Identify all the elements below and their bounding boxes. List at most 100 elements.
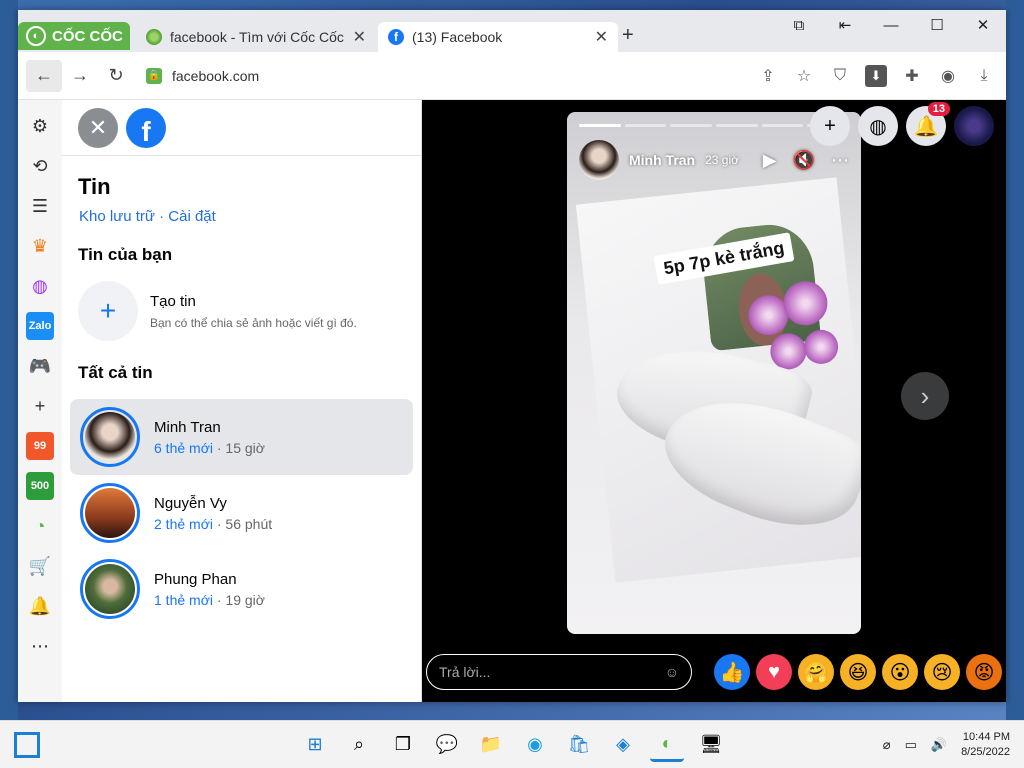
next-story-chevron-icon[interactable]: › (901, 372, 949, 420)
like-reaction-icon[interactable]: 👍 (714, 654, 750, 690)
story-author[interactable]: Minh Tran (629, 152, 695, 168)
task-view-windows-icon[interactable]: ❐ (386, 728, 420, 762)
more-dots-icon[interactable]: ⋯ (26, 632, 54, 660)
mute-icon[interactable]: 🔇 (793, 150, 815, 171)
create-story-button[interactable]: + Tạo tin Bạn có thể chia sẻ ảnh hoặc vi… (62, 265, 421, 341)
coccoc-taskbar-icon[interactable]: ◐ (650, 728, 684, 762)
coccoc-brand-button[interactable]: ◐ CỐC CỐC (18, 22, 130, 50)
avatar[interactable] (579, 140, 619, 180)
toolbar-icons: ⇪ ☆ ⛉ ⬇ ✚ ◉ ⤓ (754, 62, 998, 90)
archive-settings-links[interactable]: Kho lưu trữ · Cài đặt (62, 200, 421, 225)
downloads-icon[interactable]: ⤓ (970, 62, 998, 90)
story-item-minh-tran[interactable]: Minh Tran 6 thẻ mới · 15 giờ (70, 399, 413, 475)
tab-facebook[interactable]: f (13) Facebook ✕ (378, 22, 618, 52)
task-view-icon[interactable] (14, 731, 40, 758)
sad-reaction-icon[interactable]: 😢 (924, 654, 960, 690)
edge-browser-icon[interactable]: ◉ (518, 728, 552, 762)
taskbar-apps: ⊞ ⌕ ❐ 💬 📁 ◉ 🛍 ◈ ◐ 🖥 (298, 728, 728, 762)
plus-icon: + (78, 281, 138, 341)
profile-icon[interactable]: ◉ (934, 62, 962, 90)
avatar (80, 559, 140, 619)
messenger-icon[interactable]: ◍ (26, 272, 54, 300)
story-card-header: Minh Tran 23 giờ ▶ 🔇 ⋯ (579, 140, 849, 180)
new-tab-plus-icon[interactable]: + (622, 24, 634, 47)
play-icon[interactable]: ▶ (763, 150, 777, 171)
haha-reaction-icon[interactable]: 😆 (840, 654, 876, 690)
share-icon[interactable]: ⇪ (754, 62, 782, 90)
file-explorer-icon[interactable]: 📁 (474, 728, 508, 762)
facebook-logo-icon[interactable]: f (126, 107, 166, 148)
secure-lock-icon[interactable]: 🔒 (146, 67, 162, 84)
page-title: Tin (78, 174, 111, 199)
progress-segment (579, 124, 621, 127)
story-time: · 56 phút (216, 515, 273, 532)
reading-list-icon[interactable]: ☰ (26, 192, 54, 220)
story-item-phung-phan[interactable]: Phung Phan 1 thẻ mới · 19 giờ (70, 551, 413, 627)
progress-segment (761, 124, 804, 127)
story-viewer: 5p 7p kè trắng Minh Tran 23 giờ ▶ 🔇 ⋯ + … (422, 100, 1006, 702)
create-story-subtitle: Bạn có thể chia sẻ ảnh hoặc viết gì đó. (150, 315, 357, 330)
angry-reaction-icon[interactable]: 😡 (966, 654, 1002, 690)
create-plus-button[interactable]: + (810, 106, 850, 146)
minimize-icon[interactable]: — (868, 10, 914, 40)
coupon-500-icon[interactable]: 500 (26, 472, 54, 500)
crown-icon[interactable]: ♛ (26, 232, 54, 260)
notifications-bell-icon[interactable]: 🔔 (26, 592, 54, 620)
close-stories-button[interactable]: ✕ (78, 107, 118, 148)
messenger-button[interactable]: ◍ (858, 106, 898, 146)
url-text: facebook.com (172, 67, 260, 84)
remote-desktop-icon[interactable]: 🖥 (694, 728, 728, 762)
back-arrow-icon[interactable]: ← (26, 59, 62, 92)
sidebar-toggle-icon[interactable]: ⇤ (822, 10, 868, 40)
volume-icon[interactable]: 🔊 (931, 737, 947, 753)
coccoc-favicon-icon (146, 29, 162, 45)
reply-input[interactable]: Trả lời... ☺ (426, 654, 692, 690)
more-options-icon[interactable]: ⋯ (831, 150, 849, 171)
story-author: Phung Phan (154, 570, 237, 588)
tab-search[interactable]: facebook - Tìm với Cốc Cốc ✕ (136, 22, 376, 52)
microsoft-store-icon[interactable]: 🛍 (562, 728, 596, 762)
network-off-icon[interactable]: ⌀ (883, 737, 891, 753)
account-avatar[interactable] (954, 106, 994, 146)
notification-badge: 13 (927, 102, 950, 116)
stories-panel: ✕ f Tin Kho lưu trữ · Cài đặt Tin của bạ… (62, 100, 422, 702)
window-close-icon[interactable]: ✕ (960, 10, 1006, 40)
search-icon[interactable]: ⌕ (342, 728, 376, 762)
download-video-icon[interactable]: ⬇ (865, 64, 887, 87)
url-field[interactable]: 🔒 facebook.com (134, 67, 754, 84)
shield-icon[interactable]: ⛉ (826, 62, 854, 90)
add-sidebar-item-icon[interactable]: + (26, 392, 54, 420)
close-icon[interactable]: ✕ (595, 27, 608, 47)
care-reaction-icon[interactable]: 🤗 (798, 654, 834, 690)
coccoc-map-icon[interactable]: ◔ (26, 512, 54, 540)
windows-start-icon[interactable]: ⊞ (298, 728, 332, 762)
avatar (80, 483, 140, 543)
extensions-icon[interactable]: ✚ (898, 62, 926, 90)
shopping-99-icon[interactable]: 99 (26, 432, 54, 460)
reload-icon[interactable]: ↻ (98, 60, 134, 92)
bookmark-star-icon[interactable]: ☆ (790, 62, 818, 90)
story-card[interactable]: 5p 7p kè trắng Minh Tran 23 giờ ▶ 🔇 ⋯ (567, 112, 861, 634)
app-installer-icon[interactable]: ◈ (606, 728, 640, 762)
story-item-nguyen-vy[interactable]: Nguyễn Vy 2 thẻ mới · 56 phút (70, 475, 413, 551)
wow-reaction-icon[interactable]: 😮 (882, 654, 918, 690)
shopping-cart-icon[interactable]: 🛒 (26, 552, 54, 580)
story-author: Minh Tran (154, 418, 221, 436)
search-tabs-icon[interactable]: ⧉ (776, 10, 822, 40)
settings-gear-icon[interactable]: ⚙ (26, 112, 54, 140)
love-reaction-icon[interactable]: ♥ (756, 654, 792, 690)
history-icon[interactable]: ⟲ (26, 152, 54, 180)
zalo-icon[interactable]: Zalo (26, 312, 54, 340)
story-list: Minh Tran 6 thẻ mới · 15 giờ Nguyễn Vy 2… (62, 391, 421, 627)
forward-arrow-icon[interactable]: → (62, 60, 98, 92)
game-controller-icon[interactable]: 🎮 (26, 352, 54, 380)
teams-chat-icon[interactable]: 💬 (430, 728, 464, 762)
clock[interactable]: 10:44 PM 8/25/2022 (961, 730, 1010, 760)
notifications-button[interactable]: 🔔 13 (906, 102, 950, 146)
sticker-icon[interactable]: ☺ (665, 664, 679, 680)
maximize-icon[interactable]: ☐ (914, 10, 960, 40)
close-icon[interactable]: ✕ (353, 27, 366, 47)
coccoc-logo-icon: ◐ (26, 26, 46, 46)
display-icon[interactable]: ▭ (905, 737, 917, 753)
desktop-background-right (1006, 0, 1024, 720)
